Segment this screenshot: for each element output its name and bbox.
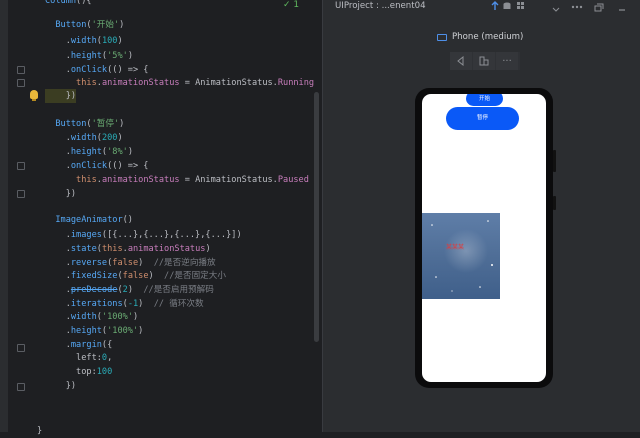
lightbulb-icon[interactable]	[30, 90, 38, 101]
phone-frame: 开始 暂停 某某某	[415, 88, 556, 388]
code-line: .fixedSize(false) //是否固定大小	[45, 271, 226, 281]
code-line: }	[37, 426, 43, 436]
refresh-icon	[491, 1, 499, 10]
code-line: Button('开始')	[55, 20, 125, 30]
previewer-toolbar-icons[interactable]	[491, 0, 527, 12]
fold-marker-icon[interactable]	[17, 79, 25, 87]
code-line: })	[45, 89, 77, 103]
fold-marker-icon[interactable]	[17, 66, 25, 74]
code-line: .images([{...},{...},{...},{...}])	[45, 230, 242, 240]
code-line: .reverse(false) //是否逆向播放	[45, 258, 216, 268]
device-label: Phone (medium)	[452, 32, 524, 42]
device-selector[interactable]: Phone (medium)	[437, 32, 523, 42]
editor-gutter	[0, 0, 8, 432]
more-icon	[571, 5, 575, 9]
back-triangle-icon	[457, 56, 464, 66]
code-line: .height('100%')	[45, 326, 144, 336]
code-line: this.animationStatus = AnimationStatus.P…	[76, 175, 309, 185]
code-line: Column(){	[45, 0, 92, 6]
rotate-device-icon	[479, 56, 489, 66]
code-line: left:0,	[45, 353, 113, 363]
window-controls[interactable]	[551, 0, 631, 12]
fold-marker-icon[interactable]	[17, 190, 25, 198]
pause-button[interactable]: 暂停	[446, 107, 519, 130]
code-line: .width(100)	[45, 36, 123, 46]
code-line: top:100	[45, 367, 113, 377]
back-button[interactable]	[450, 52, 472, 70]
code-line: .onClick(() => {	[45, 65, 149, 75]
fold-marker-icon[interactable]	[17, 162, 25, 170]
fold-marker-icon[interactable]	[17, 383, 25, 391]
code-line: .width('100%')	[45, 312, 139, 322]
editor-scrollbar[interactable]	[314, 92, 319, 342]
more-options-button[interactable]: ···	[496, 52, 518, 70]
image-animator: 某某某	[422, 213, 500, 299]
code-line: })	[45, 381, 77, 391]
night-sky-image	[431, 220, 493, 292]
code-line: .onClick(() => {	[45, 161, 149, 171]
code-line: .iterations(-1) // 循环次数	[45, 299, 204, 309]
phone-side-button	[553, 150, 556, 172]
code-line: .height('5%')	[45, 51, 133, 61]
code-line: .margin({	[45, 340, 113, 350]
code-line: this.animationStatus = AnimationStatus.R…	[76, 78, 315, 88]
inspection-status[interactable]: ✓ 1	[283, 0, 299, 10]
device-icon	[437, 33, 447, 41]
previewer-title: UIProject : ...enent04	[335, 1, 426, 11]
restore-icon	[594, 3, 604, 12]
animator-overlay-text: 某某某	[446, 244, 465, 251]
previewer-panel: UIProject : ...enent04 Phone (medium) ··…	[323, 0, 640, 432]
code-line: .width(200)	[45, 133, 123, 143]
fold-marker-icon[interactable]	[17, 344, 25, 352]
code-line: .preDecode(2) //是否启用预解码	[45, 285, 214, 295]
device-toolbar: ···	[450, 52, 520, 70]
start-button[interactable]: 开始	[466, 94, 503, 106]
code-line: .height('8%')	[45, 147, 133, 157]
code-line: Button('暂停')	[55, 119, 125, 129]
rotate-button[interactable]	[473, 52, 495, 70]
phone-side-button	[553, 196, 556, 210]
code-editor[interactable]: ✓ 1 Column(){ Button('开始') .width(100) .…	[0, 0, 322, 436]
code-line: .state(this.animationStatus)	[45, 244, 211, 254]
code-line: ImageAnimator()	[55, 215, 133, 225]
code-line: })	[45, 189, 77, 199]
phone-screen: 开始 暂停 某某某	[422, 94, 546, 382]
chevron-down-icon	[552, 7, 560, 12]
grid-icon	[517, 2, 520, 5]
